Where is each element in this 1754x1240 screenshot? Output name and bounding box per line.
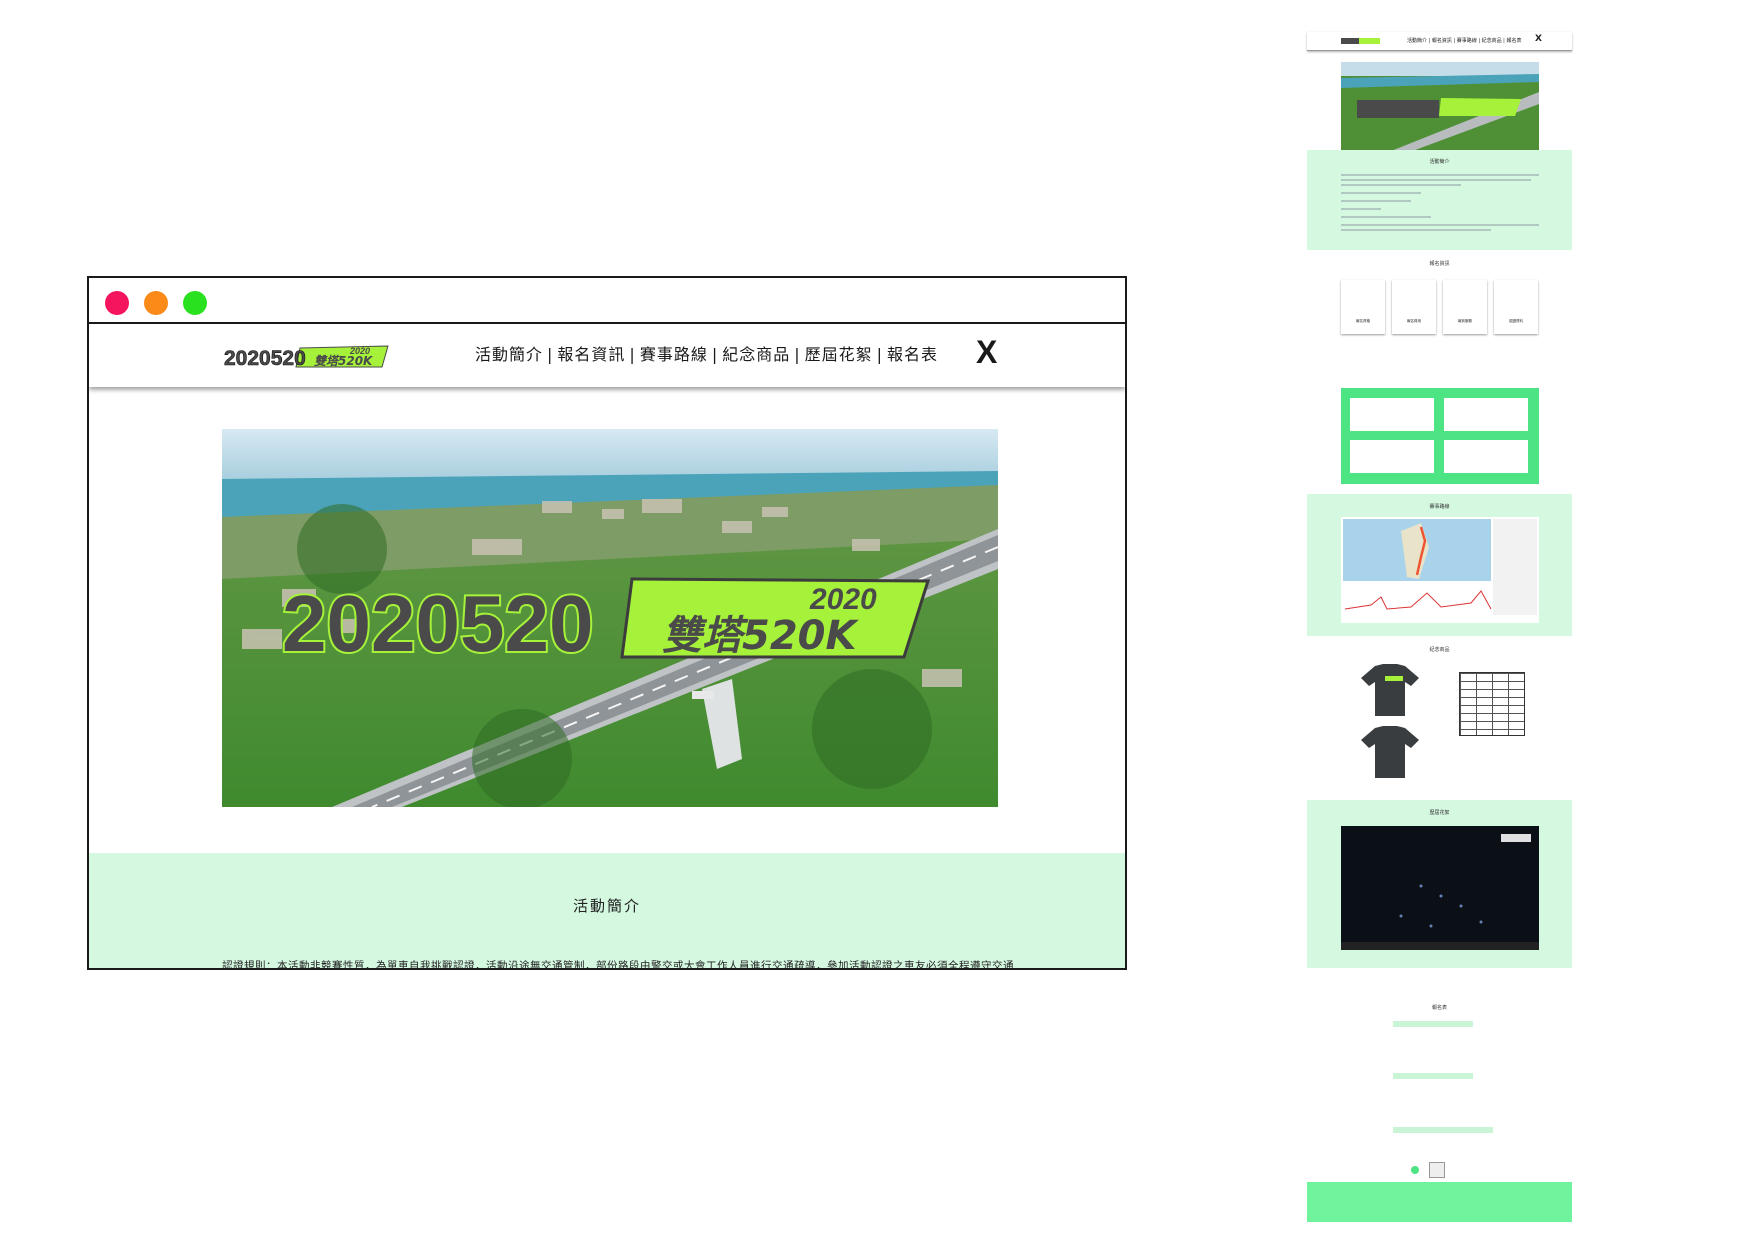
svg-text:2020: 2020 bbox=[809, 583, 877, 616]
preview-route-section: 賽事路線 bbox=[1307, 494, 1572, 636]
preview-nav: 活動簡介 | 報名資訊 | 賽事路線 | 紀念商品 | 報名表 bbox=[1407, 38, 1522, 44]
site-logo[interactable]: 2020520 2020 雙塔520K bbox=[222, 343, 392, 369]
preview-info-quad bbox=[1444, 398, 1528, 431]
nav-separator: | bbox=[876, 345, 884, 364]
preview-heading-registration: 報名資訊 bbox=[1429, 261, 1450, 267]
preview-intro-text-lines bbox=[1341, 174, 1539, 234]
svg-text:雙塔520K: 雙塔520K bbox=[662, 613, 859, 659]
nav-separator: | bbox=[629, 345, 636, 364]
preview-card-certification: 認證資料 bbox=[1494, 280, 1538, 334]
nav-item-intro[interactable]: 活動簡介 bbox=[475, 345, 543, 364]
preview-info-quad bbox=[1444, 440, 1528, 473]
site-header: 2020520 2020 雙塔520K 活動簡介 | 報名資訊 | 賽事路線 | 紀念商品 |… bbox=[89, 324, 1125, 387]
nav-separator: | bbox=[711, 345, 719, 364]
intro-paragraph: 認證規則：本活動非競賽性質，為單車自我挑戰認證，活動沿途無交通管制，部份路段由警… bbox=[222, 960, 1014, 970]
nav-item-route[interactable]: 賽事路線 bbox=[640, 345, 708, 364]
nav-separator: | bbox=[794, 345, 801, 364]
hero-banner: 2020520 2020 雙塔520K bbox=[222, 429, 998, 807]
preview-footer bbox=[1307, 1182, 1572, 1222]
preview-header: 活動簡介 | 報名資訊 | 賽事路線 | 紀念商品 | 報名表 X bbox=[1307, 32, 1572, 51]
preview-close-label: X bbox=[1535, 34, 1542, 44]
nav-item-past-highlights[interactable]: 歷屆花絮 bbox=[805, 345, 873, 364]
svg-text:雙塔520K: 雙塔520K bbox=[314, 354, 374, 368]
close-window-dot[interactable] bbox=[105, 291, 129, 315]
window-titlebar bbox=[89, 278, 1125, 324]
preview-intro-section: 活動簡介 bbox=[1307, 150, 1572, 250]
preview-heading-route: 賽事路線 bbox=[1429, 504, 1450, 510]
preview-card-checkin: 報到服務 bbox=[1443, 280, 1487, 334]
nav-item-registration-form[interactable]: 報名表 bbox=[887, 345, 938, 364]
browser-window: 2020520 2020 雙塔520K 活動簡介 | 報名資訊 | 賽事路線 | 紀念商品 |… bbox=[87, 276, 1127, 970]
preview-logo bbox=[1341, 38, 1380, 44]
preview-info-quad bbox=[1350, 398, 1434, 431]
minimize-window-dot[interactable] bbox=[144, 291, 168, 315]
svg-text:2020520: 2020520 bbox=[282, 579, 593, 668]
preview-add-icon bbox=[1411, 1166, 1419, 1174]
main-nav: 活動簡介 | 報名資訊 | 賽事路線 | 紀念商品 | 歷屆花絮 | 報名表 bbox=[475, 341, 938, 365]
intro-section: 活動簡介 認證規則：本活動非競賽性質，為單車自我挑戰認證，活動沿途無交通管制，部… bbox=[89, 853, 1125, 970]
preview-card-fee: 報名費用 bbox=[1392, 280, 1436, 334]
preview-video-player bbox=[1341, 826, 1539, 950]
preview-form-section-bar bbox=[1393, 1021, 1473, 1027]
preview-hero-image bbox=[1341, 62, 1539, 159]
svg-text:2020520: 2020520 bbox=[224, 347, 306, 369]
nav-item-registration-info[interactable]: 報名資訊 bbox=[557, 345, 625, 364]
nav-separator: | bbox=[547, 345, 554, 364]
preview-form-section-bar bbox=[1393, 1073, 1473, 1079]
full-page-preview: 活動簡介 | 報名資訊 | 賽事路線 | 紀念商品 | 報名表 X 活動簡介 報… bbox=[1307, 32, 1572, 1222]
preview-heading-form: 報名表 bbox=[1431, 1005, 1447, 1011]
preview-route-map bbox=[1341, 517, 1539, 623]
preview-info-detail-box bbox=[1341, 388, 1539, 484]
close-menu-button[interactable]: X bbox=[976, 334, 997, 371]
preview-heading-intro: 活動簡介 bbox=[1429, 159, 1450, 165]
maximize-window-dot[interactable] bbox=[183, 291, 207, 315]
preview-heading-merchandise: 紀念商品 bbox=[1429, 647, 1450, 653]
preview-tshirt-front bbox=[1361, 664, 1419, 716]
preview-heading-highlights: 歷屆花絮 bbox=[1429, 810, 1450, 816]
preview-upload-box bbox=[1429, 1162, 1445, 1178]
preview-highlights-section: 歷屆花絮 bbox=[1307, 800, 1572, 968]
video-thumbnail bbox=[1341, 826, 1539, 950]
preview-tshirt-back bbox=[1361, 726, 1419, 778]
preview-info-quad bbox=[1350, 440, 1434, 473]
preview-form-section-bar bbox=[1393, 1127, 1493, 1133]
preview-card-eligibility: 報名資格 bbox=[1341, 280, 1385, 334]
nav-item-merchandise[interactable]: 紀念商品 bbox=[722, 345, 790, 364]
intro-heading: 活動簡介 bbox=[572, 897, 641, 915]
preview-size-chart bbox=[1459, 672, 1525, 736]
